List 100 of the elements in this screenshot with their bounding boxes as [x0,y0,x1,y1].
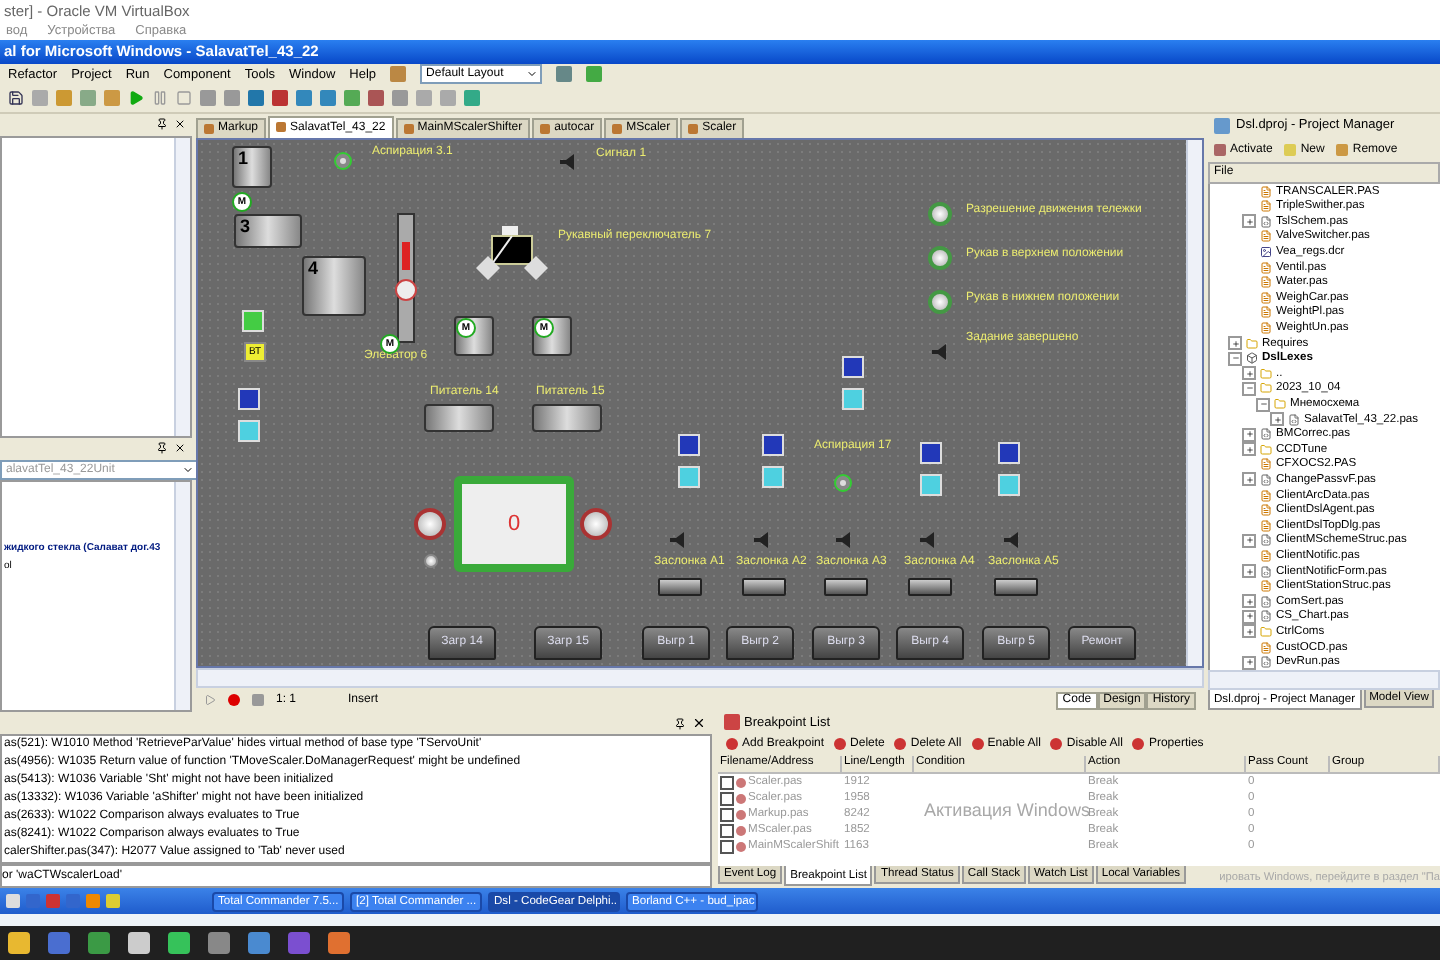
stop-icon[interactable] [252,694,264,707]
round-indicator[interactable] [424,553,438,568]
control-tile[interactable] [842,355,864,378]
form-file-icon [1260,565,1272,578]
feeder[interactable] [424,403,494,432]
feeder[interactable] [532,403,602,432]
expand-icon[interactable] [1242,472,1256,487]
expand-icon[interactable] [1242,655,1256,670]
equipment-unit[interactable]: 3 [234,213,302,248]
bin[interactable] [532,315,572,356]
close-icon[interactable] [174,118,186,131]
form-file-icon [1260,215,1272,228]
run-icon[interactable] [128,90,144,107]
close-icon[interactable] [174,442,186,455]
activation-notice: Активация Windows [924,800,1090,820]
form-file-icon [1260,473,1272,486]
expand-icon[interactable] [1270,412,1284,427]
expand-icon[interactable] [1242,609,1256,624]
pump-tile[interactable] [920,473,942,496]
taskbar-app-icon[interactable] [208,932,230,955]
taskbar-app-icon[interactable] [328,932,350,955]
expand-icon[interactable] [1242,533,1256,548]
horn-icon [930,343,950,360]
control-tile[interactable] [678,433,700,456]
equipment-unit[interactable]: 4 [302,255,366,316]
unit-file-icon [1260,580,1272,593]
breakpoint-icon [894,738,907,751]
collapse-icon[interactable] [1242,381,1256,396]
pump-tile[interactable] [842,387,864,410]
pump-tile[interactable] [678,465,700,488]
status-tile[interactable] [242,309,264,332]
expand-icon[interactable] [1242,594,1256,609]
expand-icon[interactable] [1228,336,1242,351]
checkbox[interactable] [720,791,734,806]
lamp-indicator [928,201,952,226]
pump-tile[interactable] [998,473,1020,496]
checkbox[interactable] [720,839,734,854]
scrollbar[interactable] [174,137,190,436]
equipment-unit[interactable]: 1 [232,145,272,188]
control-tile[interactable] [998,441,1020,464]
caret-icon[interactable] [182,463,194,476]
taskbar-app-icon[interactable] [8,932,30,955]
expand-icon[interactable] [1242,564,1256,579]
form-file-icon [1260,428,1272,441]
taskbar-app-icon[interactable] [168,932,190,955]
expand-icon[interactable] [1242,624,1256,639]
control-tile[interactable] [762,433,784,456]
horn-icon [558,153,578,170]
scrollbar[interactable] [1186,139,1202,667]
valve[interactable] [994,577,1038,596]
record-icon[interactable] [228,694,240,707]
horn-icon [918,531,938,548]
round-indicator[interactable] [580,507,612,540]
switch-drawing[interactable] [472,225,552,282]
collapse-icon[interactable] [1256,397,1270,412]
control-tile[interactable] [238,387,260,410]
pump-tile[interactable] [762,465,784,488]
collapse-icon[interactable] [1228,351,1242,366]
expand-icon[interactable] [1242,427,1256,442]
lamp-indicator [928,245,952,270]
counter-display: 0 [454,475,574,572]
fan-icon [334,151,352,170]
unit-file-icon [1260,549,1272,562]
scrollbar[interactable] [174,481,190,711]
taskbar-app-icon[interactable] [88,932,110,955]
horn-icon [752,531,772,548]
round-indicator[interactable] [414,507,446,540]
horn-icon [834,531,854,548]
expand-icon[interactable] [1242,366,1256,381]
expand-icon[interactable] [1242,214,1256,229]
resource-file-icon [1260,246,1272,259]
play-icon[interactable] [204,694,216,707]
pump-tile[interactable] [238,419,260,442]
form-file-icon [1260,656,1272,669]
checkbox[interactable] [720,807,734,822]
taskbar-app-icon[interactable] [248,932,270,955]
checkbox[interactable] [720,775,734,790]
elevator-drawing[interactable] [392,209,422,346]
save-icon[interactable] [8,90,24,107]
fan-icon [834,473,852,492]
pin-icon[interactable] [156,118,168,131]
form-file-icon [1288,413,1300,426]
checkbox[interactable] [720,823,734,838]
pin-icon[interactable] [674,717,686,730]
breakpoint-icon [971,738,984,751]
valve[interactable] [908,577,952,596]
expand-icon[interactable] [1242,442,1256,457]
taskbar-app-icon[interactable] [128,932,150,955]
pause-icon[interactable] [152,90,168,107]
control-tile[interactable] [920,441,942,464]
valve[interactable] [742,577,786,596]
close-icon[interactable] [692,716,706,731]
scrollbar[interactable] [1208,670,1440,691]
valve[interactable] [658,577,702,596]
breakpoint-icon [1050,738,1063,751]
caret-icon[interactable] [526,68,539,81]
scrollbar[interactable] [196,668,1204,689]
horn-icon [1002,531,1022,548]
valve[interactable] [824,577,868,596]
pin-icon[interactable] [156,442,168,455]
